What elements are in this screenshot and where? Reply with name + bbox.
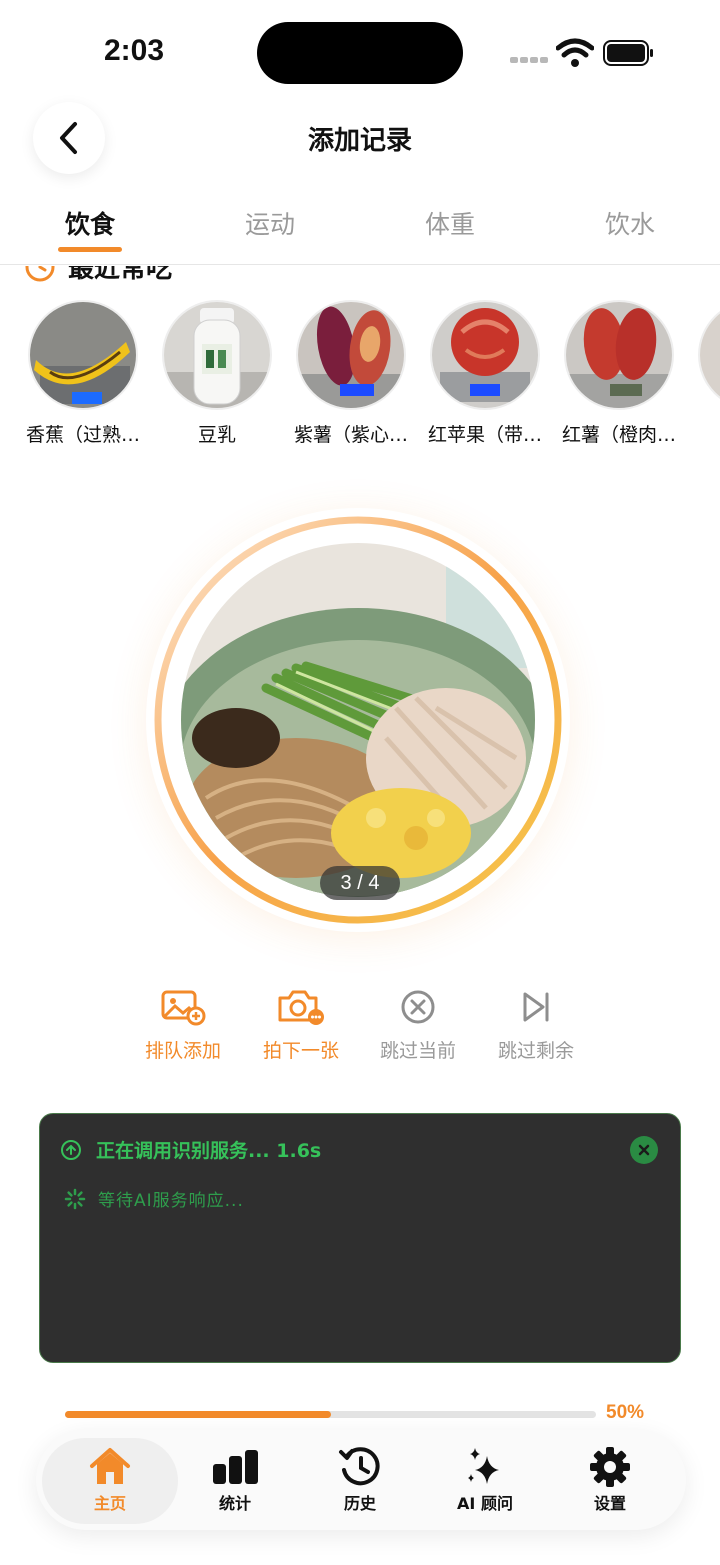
close-log-button[interactable] [630, 1136, 658, 1164]
upload-circle-icon [61, 1139, 81, 1160]
tab-exercise[interactable]: 运动 [210, 205, 330, 241]
clock-icon [25, 266, 55, 281]
camera-more-icon [278, 990, 324, 1025]
food-label: 红薯（橙肉… [561, 424, 676, 446]
nav-label: AI 顾问 [457, 1494, 513, 1513]
food-label: 红 [686, 420, 720, 447]
tab-diet[interactable]: 饮食 [30, 205, 150, 241]
take-next-photo-label: 拍下一张 [262, 1040, 339, 1062]
progress-fill [65, 1411, 331, 1418]
queue-add-button[interactable]: 排队添加 [128, 986, 238, 1063]
food-thumbnail [566, 302, 672, 408]
recent-foods-list: 香蕉（过熟… 豆乳 紫薯（紫心… 红苹果（带… 红薯（橙肉… [0, 300, 720, 460]
battery-icon [603, 40, 653, 66]
food-thumbnail [30, 302, 136, 408]
gear-icon [590, 1447, 630, 1487]
food-label: 红苹果（带… [427, 424, 542, 446]
food-label: 紫薯（紫心… [293, 424, 408, 446]
record-type-tabs: 饮食 运动 体重 饮水 [0, 195, 720, 265]
nav-settings[interactable]: 设置 [542, 1438, 678, 1524]
progress-percent: 50% [606, 1402, 645, 1423]
food-thumbnail [298, 302, 404, 408]
food-label: 香蕉（过熟… [25, 424, 140, 446]
skip-current-label: 跳过当前 [379, 1040, 456, 1062]
food-label: 豆乳 [197, 424, 236, 446]
log-line: 等待AI服务响应... [64, 1186, 244, 1211]
log-status-row: 正在调用识别服务... 1.6s [60, 1136, 321, 1163]
skip-remaining-button[interactable]: 跳过剩余 [481, 986, 591, 1063]
image-add-icon [161, 990, 206, 1026]
home-icon [90, 1448, 130, 1484]
tab-water[interactable]: 饮水 [570, 205, 690, 241]
skip-remaining-label: 跳过剩余 [497, 1040, 574, 1062]
nav-label: 历史 [343, 1494, 376, 1513]
food-thumbnail [164, 302, 270, 408]
page-title: 添加记录 [307, 126, 412, 156]
bottom-navigation: 主页 统计 历史 AI 顾问 设置 [36, 1430, 686, 1530]
nav-home[interactable]: 主页 [42, 1438, 178, 1524]
skip-forward-icon [523, 992, 549, 1022]
photo-counter: 3 / 4 [320, 866, 400, 900]
cellular-signal-icon [510, 57, 548, 65]
log-line-text: 等待AI服务响应... [98, 1191, 244, 1211]
food-thumbnail [432, 302, 538, 408]
take-next-photo-button[interactable]: 拍下一张 [246, 986, 356, 1063]
bar-chart-icon [213, 1450, 258, 1484]
sparkle-icon [468, 1448, 499, 1484]
nav-label: 统计 [218, 1494, 251, 1513]
recent-title: 最近常吃 [68, 266, 173, 284]
recognition-log-panel: 正在调用识别服务... 1.6s 等待AI服务响应... [39, 1113, 681, 1363]
nav-ai-advisor[interactable]: AI 顾问 [417, 1438, 553, 1524]
tab-weight[interactable]: 体重 [390, 205, 510, 241]
nav-stats[interactable]: 统计 [167, 1438, 303, 1524]
status-bar: 2:03 [0, 0, 720, 100]
wifi-icon [556, 38, 594, 67]
circle-x-icon [401, 990, 435, 1024]
progress-bar [65, 1411, 596, 1418]
log-status-text: 正在调用识别服务... 1.6s [96, 1140, 322, 1162]
recent-section-header: 最近常吃 [24, 266, 324, 286]
dynamic-island [257, 22, 463, 84]
food-thumbnail [700, 302, 720, 408]
nav-history[interactable]: 历史 [292, 1438, 428, 1524]
status-time: 2:03 [104, 34, 165, 67]
queue-add-label: 排队添加 [144, 1040, 221, 1062]
nav-label: 主页 [93, 1494, 126, 1513]
nav-label: 设置 [593, 1494, 626, 1513]
active-tab-indicator [58, 247, 122, 252]
close-icon [638, 1144, 650, 1156]
spinner-icon [64, 1188, 86, 1209]
history-icon [339, 1447, 380, 1486]
skip-current-button[interactable]: 跳过当前 [363, 986, 473, 1063]
